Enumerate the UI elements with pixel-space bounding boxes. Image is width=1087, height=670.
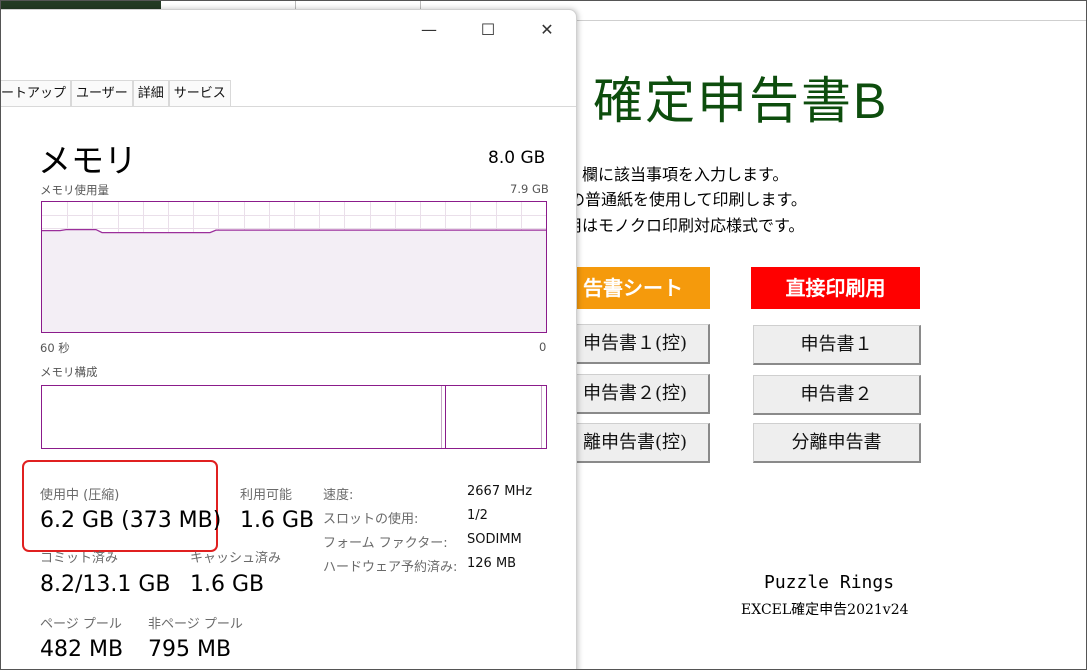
committed-label: コミット済み	[40, 551, 119, 566]
cached-label: キャッシュ済み	[190, 551, 282, 566]
in-use-value: 6.2 GB (373 MB)	[40, 508, 222, 533]
available-label: 利用可能	[240, 488, 293, 503]
task-manager-window: — ☐ ✕ ートアップ ユーザー 詳細 サービス メモリ 8.0 GB メモリ使…	[1, 9, 577, 669]
memory-usage-label: メモリ使用量	[40, 183, 109, 197]
speed-label: 速度:	[323, 488, 354, 503]
version-text: EXCEL確定申告2021v24	[741, 602, 909, 618]
available-value: 1.6 GB	[240, 508, 315, 533]
hardware-reserved-value: 126 MB	[467, 556, 517, 571]
speed-value: 2667 MHz	[467, 484, 533, 499]
tab-services[interactable]: サービス	[168, 80, 231, 106]
slots-label: スロットの使用:	[323, 512, 419, 527]
memory-composition-bar	[41, 385, 547, 449]
sheet-title: 確定申告書B	[593, 73, 889, 129]
memory-usage-max: 7.9 GB	[510, 182, 549, 196]
usage-fill	[42, 229, 546, 332]
tab-users[interactable]: ユーザー	[71, 80, 133, 106]
hardware-reserved-label: ハードウェア予約済み:	[323, 560, 458, 575]
form-factor-value: SODIMM	[467, 532, 522, 547]
print-section-header: 直接印刷用	[751, 267, 920, 309]
paged-pool-label: ページ プール	[40, 617, 122, 632]
sheet-section-header: 告書シート	[556, 267, 710, 309]
in-use-label: 使用中 (圧縮)	[40, 488, 120, 503]
composition-divider	[541, 386, 542, 448]
minimize-button[interactable]: —	[414, 18, 444, 42]
print-form2-button[interactable]: 申告書２	[753, 375, 921, 415]
cached-value: 1.6 GB	[190, 572, 265, 597]
screen: 確定申告書B 欄に該当事項を入力します。 の普通紙を使用して印刷します。 用はモ…	[0, 0, 1087, 670]
form1-copy-button[interactable]: 申告書１(控)	[561, 324, 710, 364]
memory-title: メモリ	[38, 141, 137, 180]
form-factor-label: フォーム ファクター:	[323, 536, 448, 551]
close-button[interactable]: ✕	[532, 18, 562, 42]
tab-divider	[1, 106, 576, 107]
graph-time-start: 60 秒	[40, 341, 70, 355]
tab-details[interactable]: 詳細	[132, 80, 169, 106]
memory-usage-graph	[41, 201, 547, 333]
instruction-line-2: の普通紙を使用して印刷します。	[569, 190, 807, 209]
separate-form-copy-button[interactable]: 離申告書(控)	[561, 423, 710, 463]
title-bar[interactable]: — ☐ ✕	[1, 10, 576, 50]
tab-bar: ートアップ ユーザー 詳細 サービス	[1, 80, 231, 106]
nonpaged-pool-label: 非ページ プール	[148, 617, 243, 632]
instruction-line-3: 用はモノクロ印刷対応様式です。	[566, 216, 805, 235]
committed-value: 8.2/13.1 GB	[40, 572, 171, 597]
memory-total: 8.0 GB	[488, 148, 546, 168]
memory-composition-label: メモリ構成	[40, 365, 98, 379]
graph-time-end: 0	[539, 340, 547, 354]
composition-divider	[445, 386, 446, 448]
memory-usage-chart	[42, 202, 546, 332]
brand-text: Puzzle Rings	[764, 572, 895, 593]
maximize-button[interactable]: ☐	[473, 18, 503, 42]
paged-pool-value: 482 MB	[40, 637, 124, 662]
print-form1-button[interactable]: 申告書１	[753, 325, 921, 365]
nonpaged-pool-value: 795 MB	[148, 637, 232, 662]
print-separate-form-button[interactable]: 分離申告書	[753, 423, 921, 463]
composition-divider	[441, 386, 442, 448]
instruction-line-1: 欄に該当事項を入力します。	[582, 165, 789, 184]
form2-copy-button[interactable]: 申告書２(控)	[561, 374, 710, 414]
tab-startup[interactable]: ートアップ	[1, 80, 72, 106]
slots-value: 1/2	[467, 508, 488, 523]
highlight-box	[22, 460, 218, 552]
